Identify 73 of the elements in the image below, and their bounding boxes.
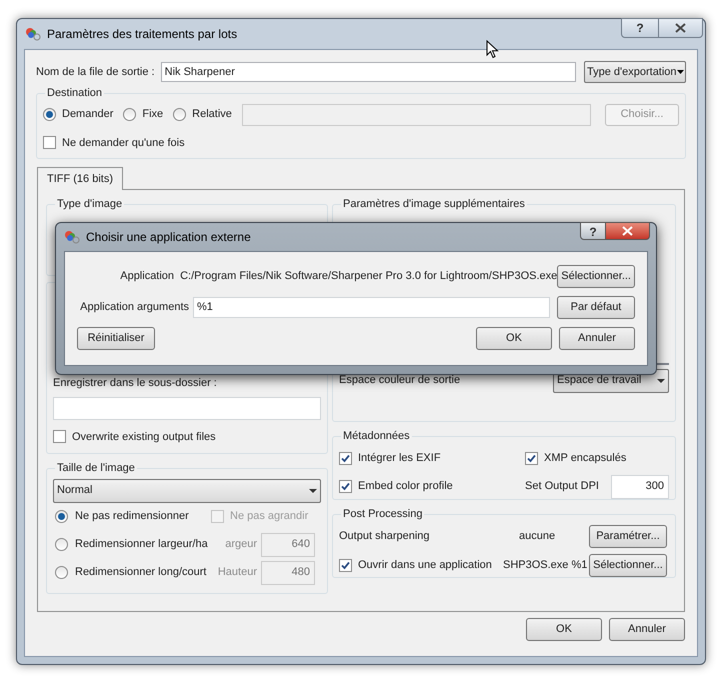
select-button[interactable]: Sélectionner... bbox=[589, 554, 667, 577]
radio-label: Demander bbox=[62, 107, 114, 122]
help-button[interactable]: ? bbox=[621, 18, 659, 38]
value-text: SHP3OS.exe %1 bbox=[503, 558, 588, 574]
field-label: Espace couleur de sortie bbox=[339, 373, 460, 388]
dialog-button[interactable]: OK bbox=[526, 618, 602, 641]
radio-label: Ne pas redimensionner bbox=[75, 509, 189, 524]
checkbox[interactable] bbox=[53, 430, 66, 444]
group-title: Paramètres d'image supplémentaires bbox=[343, 198, 525, 210]
radio-label: Redimensionner long/court bbox=[75, 565, 206, 580]
cursor-icon bbox=[486, 40, 499, 59]
modal-button[interactable]: Annuler bbox=[559, 326, 635, 350]
configure-button[interactable]: Paramétrer... bbox=[589, 525, 667, 548]
close-icon bbox=[622, 226, 633, 236]
caret-icon bbox=[676, 70, 684, 74]
radio-label: Relative bbox=[192, 107, 232, 122]
radio-label: Fixe bbox=[142, 107, 164, 122]
field-label: Nom de la file de sortie : bbox=[36, 64, 155, 80]
caret-icon bbox=[309, 488, 317, 492]
radio-button[interactable] bbox=[55, 510, 68, 523]
default-button[interactable]: Par défaut bbox=[557, 296, 635, 318]
field-label: Application arguments bbox=[79, 300, 189, 315]
radio-button[interactable] bbox=[123, 108, 136, 121]
checkbox-label: Ne demander qu'une fois bbox=[62, 136, 185, 150]
field-label: Set Output DPI bbox=[525, 479, 599, 494]
close-button[interactable] bbox=[659, 18, 703, 38]
window-title: Paramètres des traitements par lots bbox=[47, 26, 238, 43]
field-label: Hauteur bbox=[216, 565, 257, 580]
group-title: Destination bbox=[47, 87, 102, 99]
group-title: Métadonnées bbox=[343, 430, 410, 442]
tab[interactable]: TIFF (16 bits) bbox=[37, 167, 124, 190]
output-name-field[interactable]: Nik Sharpener bbox=[160, 62, 576, 82]
arguments-field[interactable]: %1 bbox=[193, 296, 550, 318]
group-title: Taille de l'image bbox=[57, 462, 135, 474]
size-dropdown[interactable]: Normal bbox=[53, 478, 321, 502]
checkbox-label: XMP encapsulés bbox=[544, 451, 626, 466]
radio-label: Redimensionner largeur/ha bbox=[75, 537, 208, 552]
value-text: aucune bbox=[519, 529, 556, 544]
field-label: Application bbox=[119, 268, 174, 284]
group-title: Post Processing bbox=[343, 508, 422, 520]
checkbox-label: Intégrer les EXIF bbox=[358, 451, 441, 466]
select-button[interactable]: Sélectionner... bbox=[557, 264, 635, 288]
checkbox-label: Embed color profile bbox=[358, 479, 453, 494]
radio-button[interactable] bbox=[55, 566, 68, 579]
dpi-field[interactable]: 300 bbox=[611, 474, 669, 498]
modal-button[interactable]: OK bbox=[476, 326, 552, 350]
app-logo bbox=[64, 230, 80, 244]
app-logo bbox=[25, 27, 41, 41]
caret-icon bbox=[657, 378, 665, 382]
radio-button[interactable] bbox=[55, 538, 68, 551]
checkbox[interactable] bbox=[339, 452, 352, 465]
radio-button[interactable] bbox=[43, 108, 56, 121]
field-label: Enregistrer dans le sous-dossier : bbox=[53, 376, 218, 391]
checkbox-label: Ouvrir dans une application bbox=[358, 558, 492, 574]
dialog-button[interactable]: Annuler bbox=[609, 618, 685, 641]
subfolder-field[interactable] bbox=[53, 396, 321, 420]
reset-button[interactable]: Réinitialiser bbox=[77, 326, 155, 350]
field-label: Output sharpening bbox=[339, 529, 431, 544]
modal-title: Choisir une application externe bbox=[86, 229, 251, 246]
group-title: Type d'image bbox=[57, 198, 122, 210]
export-type-dropdown[interactable]: Type d'exportation bbox=[584, 61, 686, 83]
help-button[interactable]: ? bbox=[580, 222, 606, 240]
checkbox[interactable] bbox=[43, 136, 56, 150]
checkbox[interactable] bbox=[339, 559, 352, 572]
field-label: argeur bbox=[224, 537, 257, 552]
checkbox[interactable] bbox=[339, 480, 352, 493]
close-button[interactable] bbox=[606, 222, 650, 240]
radio-button[interactable] bbox=[173, 108, 186, 121]
checkbox-label: Ne pas agrandir bbox=[230, 509, 308, 524]
close-icon bbox=[675, 23, 686, 33]
checkbox[interactable] bbox=[525, 452, 538, 465]
checkbox-label: Overwrite existing output files bbox=[72, 430, 216, 444]
path-text: C:/Program Files/Nik Software/Sharpener Pro 3.0 for Lightroom/SHP3OS.exe bbox=[180, 268, 558, 284]
